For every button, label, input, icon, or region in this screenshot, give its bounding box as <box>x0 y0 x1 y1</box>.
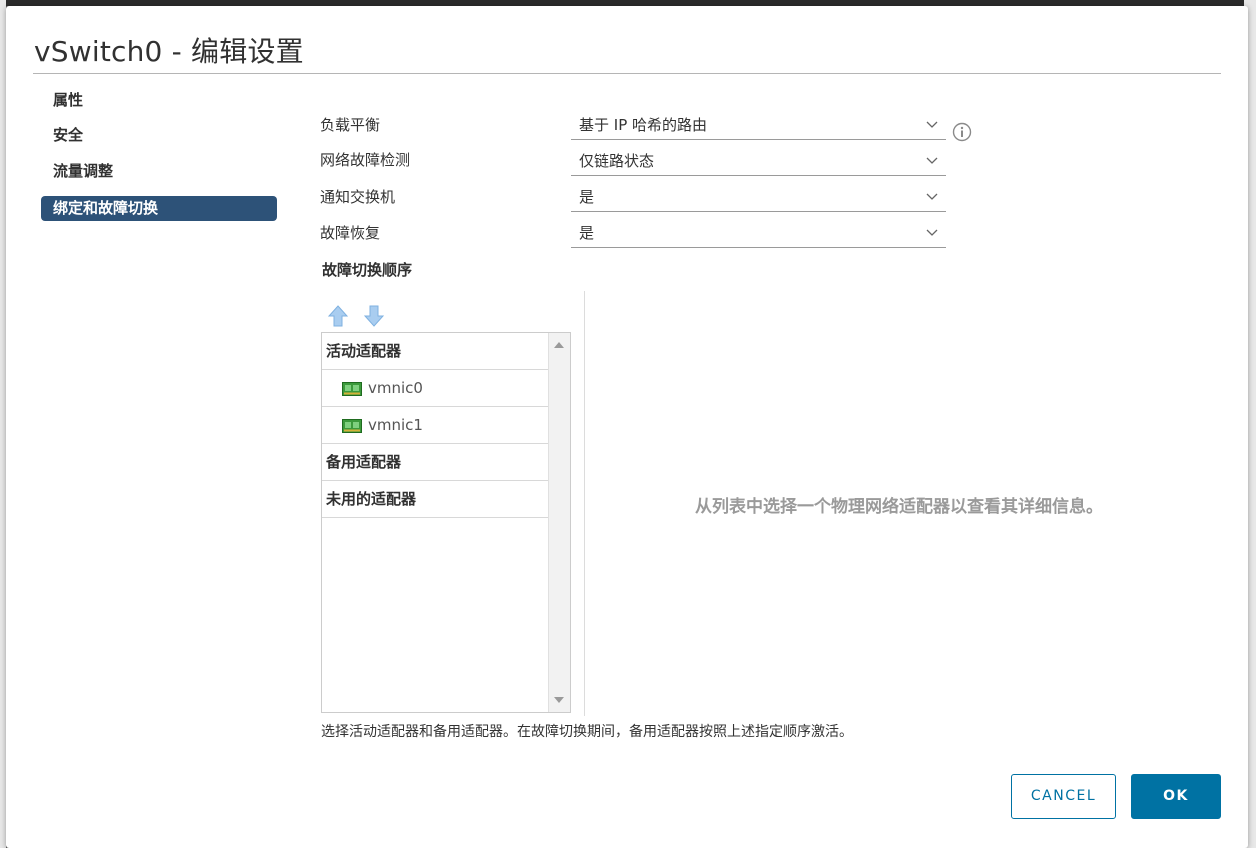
group-unused-adapters[interactable]: 未用的适配器 <box>322 481 548 518</box>
notify-switches-select[interactable]: 是 <box>571 182 946 212</box>
network-failure-detection-select[interactable]: 仅链路状态 <box>571 146 946 176</box>
failback-value: 是 <box>579 224 595 242</box>
chevron-down-icon <box>926 229 938 236</box>
adapter-name: vmnic1 <box>368 416 423 434</box>
arrow-down-icon[interactable] <box>364 305 384 327</box>
list-item-vmnic0[interactable]: vmnic0 <box>322 370 548 407</box>
failback-label: 故障恢复 <box>320 224 381 242</box>
title-divider <box>33 73 1221 74</box>
nav-item-teaming-failover[interactable]: 绑定和故障切换 <box>41 196 277 221</box>
failback-select[interactable]: 是 <box>571 218 946 248</box>
failover-hint: 选择活动适配器和备用适配器。在故障切换期间，备用适配器按照上述指定顺序激活。 <box>321 724 853 740</box>
notify-switches-value: 是 <box>579 188 595 206</box>
adapter-list[interactable]: 活动适配器 vmnic0 vmnic1 备用适配器 未用的适配器 <box>321 332 571 713</box>
load-balancing-value: 基于 IP 哈希的路由 <box>579 116 708 134</box>
scroll-up-icon[interactable] <box>554 342 564 348</box>
dialog-title: vSwitch0 - 编辑设置 <box>34 35 304 68</box>
adapter-list-scrollbar[interactable] <box>548 333 570 712</box>
chevron-down-icon <box>926 193 938 200</box>
network-adapter-icon <box>342 419 362 433</box>
group-standby-adapters[interactable]: 备用适配器 <box>322 444 548 481</box>
nav-item-traffic-shaping[interactable]: 流量调整 <box>41 159 277 184</box>
network-failure-detection-label: 网络故障检测 <box>320 151 411 169</box>
list-item-vmnic1[interactable]: vmnic1 <box>322 407 548 444</box>
network-failure-detection-value: 仅链路状态 <box>579 152 655 170</box>
chevron-down-icon <box>926 157 938 164</box>
adapter-name: vmnic0 <box>368 379 423 397</box>
nav-item-properties[interactable]: 属性 <box>41 88 277 113</box>
arrow-up-icon[interactable] <box>328 305 348 327</box>
notify-switches-label: 通知交换机 <box>320 188 396 206</box>
chevron-down-icon <box>926 121 938 128</box>
nav-item-security[interactable]: 安全 <box>41 123 277 148</box>
adapter-list-content: 活动适配器 vmnic0 vmnic1 备用适配器 未用的适配器 <box>322 333 548 712</box>
failover-order-title: 故障切换顺序 <box>322 261 413 279</box>
group-active-adapters[interactable]: 活动适配器 <box>322 333 548 370</box>
scroll-down-icon[interactable] <box>554 697 564 703</box>
info-icon[interactable] <box>952 122 972 142</box>
load-balancing-label: 负载平衡 <box>320 116 381 134</box>
adapter-details-placeholder: 从列表中选择一个物理网络适配器以查看其详细信息。 <box>695 497 1103 517</box>
edit-settings-dialog: vSwitch0 - 编辑设置 属性 安全 流量调整 绑定和故障切换 负载平衡 … <box>6 6 1248 848</box>
ok-button[interactable]: OK <box>1131 774 1221 819</box>
network-adapter-icon <box>342 382 362 396</box>
cancel-button[interactable]: CANCEL <box>1011 774 1116 819</box>
load-balancing-select[interactable]: 基于 IP 哈希的路由 <box>571 110 946 140</box>
